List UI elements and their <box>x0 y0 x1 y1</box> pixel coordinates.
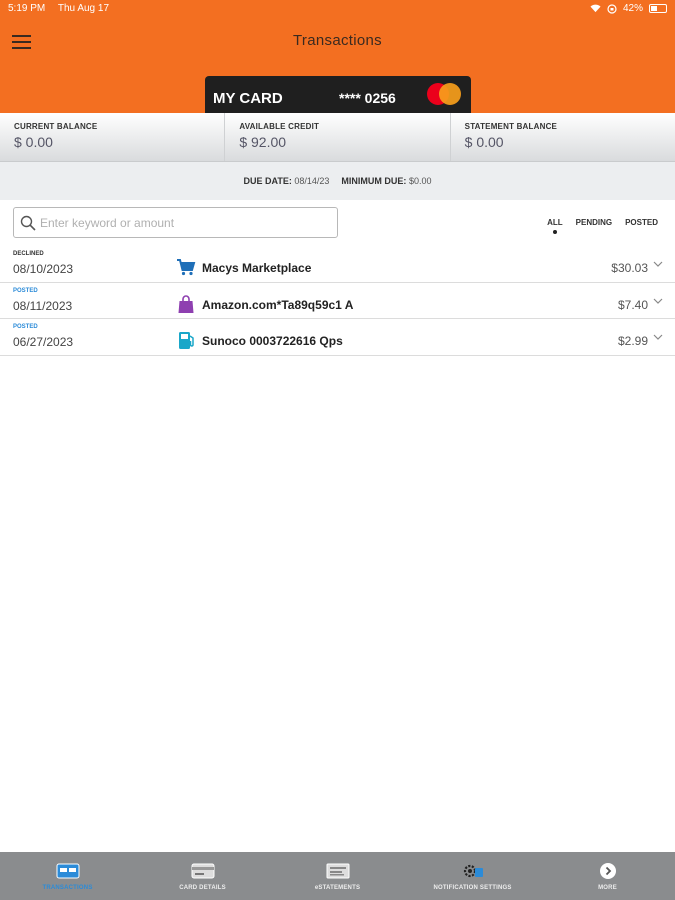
tab-notification-settings[interactable]: NOTIFICATION SETTINGS <box>405 852 540 900</box>
search-box[interactable] <box>13 207 338 238</box>
search-icon <box>20 215 36 231</box>
filter-pending[interactable]: PENDING <box>576 218 612 227</box>
transaction-status: POSTED <box>13 287 38 294</box>
balances-panel: CURRENT BALANCE $ 0.00 AVAILABLE CREDIT … <box>0 113 675 162</box>
current-balance: CURRENT BALANCE $ 0.00 <box>0 113 226 161</box>
status-time: 5:19 PM <box>8 3 46 14</box>
tab-more[interactable]: MORE <box>540 852 675 900</box>
statement-balance: STATEMENT BALANCE $ 0.00 <box>451 113 675 161</box>
minimum-due-label: MINIMUM DUE: <box>341 176 407 186</box>
header: Transactions MY CARD **** 0256 <box>0 17 675 113</box>
gas-pump-icon <box>179 332 194 349</box>
balance-label: CURRENT BALANCE <box>14 122 98 131</box>
gear-notification-icon <box>463 864 483 878</box>
due-date-label: DUE DATE: <box>243 176 292 186</box>
transaction-status: DECLINED <box>13 251 44 257</box>
bottom-tab-bar: TRANSACTIONS CARD DETAILS eSTATEMENTS NO… <box>0 852 675 900</box>
transaction-status: POSTED <box>13 324 38 330</box>
transaction-amount: $30.03 <box>611 261 648 275</box>
tab-estatements[interactable]: eSTATEMENTS <box>270 852 405 900</box>
table-row[interactable]: POSTED 06/27/2023 Sunoco 0003722616 Qps … <box>0 319 675 356</box>
shopping-cart-icon <box>177 259 196 276</box>
statement-icon <box>326 863 349 879</box>
card-selector[interactable]: MY CARD **** 0256 <box>205 76 471 113</box>
mastercard-icon <box>427 83 461 105</box>
card-number: **** 0256 <box>339 90 396 106</box>
status-date: Thu Aug 17 <box>57 3 110 14</box>
transaction-amount: $7.40 <box>617 297 648 312</box>
tab-label: TRANSACTIONS <box>42 885 93 891</box>
tab-label: CARD DETAILS <box>179 885 226 891</box>
shopping-bag-icon <box>178 294 194 313</box>
chevron-right-circle-icon <box>599 863 616 879</box>
due-bar: DUE DATE: 08/14/23 MINIMUM DUE: $0.00 <box>0 162 675 200</box>
table-row[interactable]: POSTED 08/11/2023 Amazon.com*Ta89q59c1 A… <box>0 283 675 319</box>
tab-transactions[interactable]: TRANSACTIONS <box>0 852 135 900</box>
transaction-date: 08/10/2023 <box>13 262 74 276</box>
chevron-down-icon[interactable] <box>653 332 663 342</box>
tab-card-details[interactable]: CARD DETAILS <box>135 852 270 900</box>
search-input[interactable] <box>40 215 330 230</box>
transaction-date: 08/11/2023 <box>13 298 73 313</box>
balance-value: $ 0.00 <box>464 134 504 150</box>
card-name: MY CARD <box>213 90 283 107</box>
filter-all[interactable]: ALL <box>547 218 563 234</box>
balance-value: $ 92.00 <box>239 134 287 150</box>
balance-label: STATEMENT BALANCE <box>464 122 558 131</box>
balance-label: AVAILABLE CREDIT <box>239 122 320 131</box>
battery-icon <box>649 4 667 13</box>
due-date-value: 08/14/23 <box>294 176 330 186</box>
status-bar: 5:19 PM Thu Aug 17 42% <box>0 0 675 17</box>
available-credit: AVAILABLE CREDIT $ 92.00 <box>225 113 451 161</box>
page-title: Transactions <box>293 32 382 49</box>
transaction-merchant: Sunoco 0003722616 Qps <box>202 334 343 348</box>
card-icon <box>56 863 79 879</box>
filter-tabs: ALL PENDING POSTED <box>547 218 658 234</box>
table-row[interactable]: DECLINED 08/10/2023 Macys Marketplace $3… <box>0 246 675 283</box>
transaction-merchant: Amazon.com*Ta89q59c1 A <box>202 297 354 312</box>
orientation-lock-icon <box>607 3 617 14</box>
transaction-date: 06/27/2023 <box>13 335 74 349</box>
balance-value: $ 0.00 <box>14 134 53 150</box>
card-details-icon <box>191 863 214 879</box>
chevron-down-icon[interactable] <box>653 296 663 306</box>
chevron-down-icon[interactable] <box>653 259 663 269</box>
tab-label: NOTIFICATION SETTINGS <box>433 885 512 891</box>
minimum-due-value: $0.00 <box>408 176 432 186</box>
tab-label: eSTATEMENTS <box>314 885 361 891</box>
tab-label: MORE <box>598 885 617 891</box>
wifi-icon <box>590 4 601 13</box>
transactions-list: DECLINED 08/10/2023 Macys Marketplace $3… <box>0 246 675 356</box>
battery-percent: 42% <box>622 3 643 14</box>
transaction-amount: $2.99 <box>617 334 648 348</box>
filter-posted[interactable]: POSTED <box>625 218 658 227</box>
transaction-merchant: Macys Marketplace <box>202 261 312 275</box>
